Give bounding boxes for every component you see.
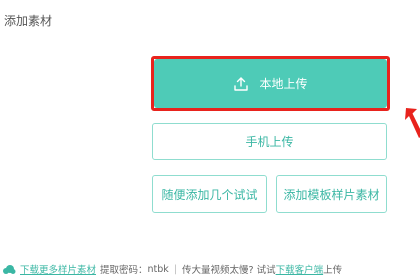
mobile-upload-label: 手机上传 [245,135,294,149]
add-template-label: 添加模板样片素材 [283,187,380,202]
cloud-icon [3,264,16,274]
slow-upload-prefix: 传大量视频太慢? 试试 [182,265,276,276]
upload-icon [234,76,249,91]
footer-divider: | [173,263,178,275]
extract-code-label: 提取密码： [100,265,148,276]
local-upload-button[interactable]: 本地上传 [154,59,387,108]
add-template-button[interactable]: 添加模板样片素材 [276,175,387,213]
download-samples-link[interactable]: 下载更多样片素材 [20,262,96,276]
extract-code: ntbk [147,263,169,275]
random-add-button[interactable]: 随便添加几个试试 [152,175,267,213]
slow-upload-suffix: 上传 [323,265,343,276]
local-upload-label: 本地上传 [259,77,308,91]
panel-title: 添加素材 [4,14,53,28]
pointer-arrow [405,108,420,138]
mobile-upload-button[interactable]: 手机上传 [152,123,387,160]
random-add-label: 随便添加几个试试 [161,187,258,202]
footer-bar: 下载更多样片素材 提取密码： ntbk | 传大量视频太慢? 试试 下载客户端 … [2,262,420,276]
download-client-link[interactable]: 下载客户端 [276,262,324,276]
